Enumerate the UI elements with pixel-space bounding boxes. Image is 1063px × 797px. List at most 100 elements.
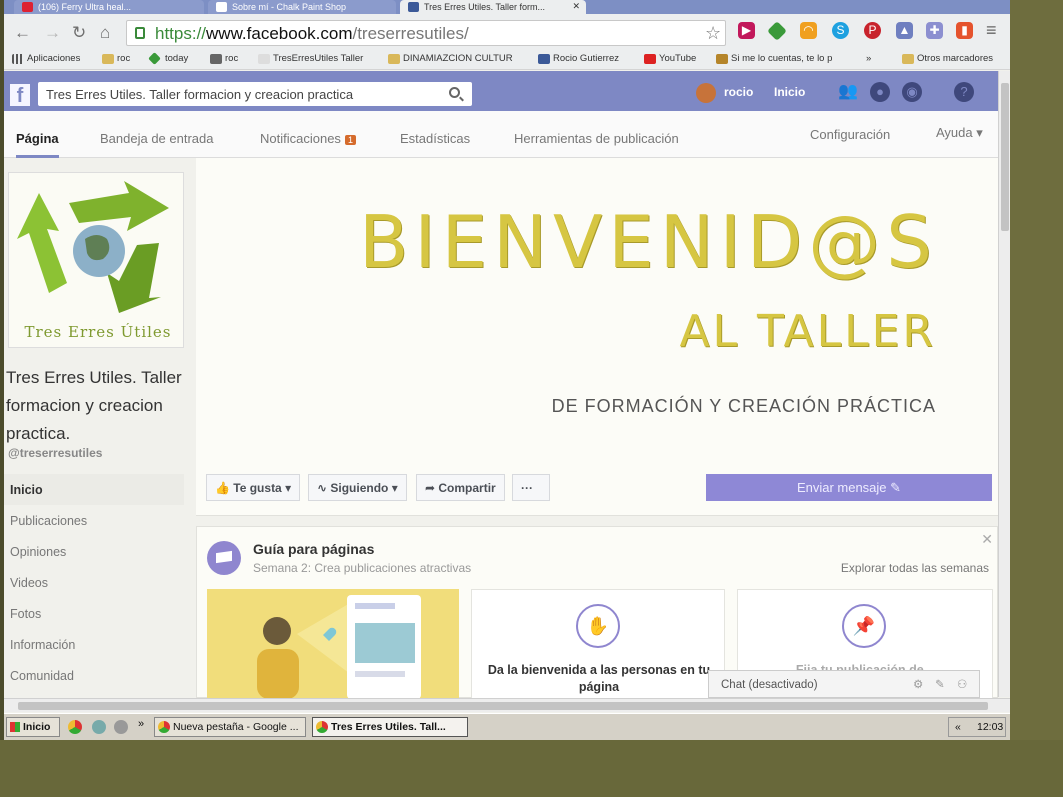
bookmark-treserresutiles[interactable]: TresErresUtiles Taller	[258, 53, 363, 64]
page-handle[interactable]: @treserresutiles	[8, 446, 102, 460]
close-icon[interactable]: ✕	[981, 531, 993, 548]
facebook-header: f Tres Erres Utiles. Taller formacion y …	[4, 71, 1010, 111]
share-button[interactable]: ➦ Compartir	[416, 474, 505, 501]
avatar[interactable]	[696, 83, 716, 103]
extension-arrow-icon[interactable]: ▲	[896, 22, 913, 39]
taskbar-item-label: Nueva pestaña - Google ...	[173, 721, 299, 733]
bookmark-youtube[interactable]: YouTube	[644, 53, 696, 64]
bookmark-today[interactable]: today	[148, 52, 188, 65]
sidebar-item-videos[interactable]: Videos	[4, 567, 184, 598]
taskbar-item-active[interactable]: Tres Erres Utiles. Tall...	[312, 717, 468, 737]
explore-weeks-link[interactable]: Explorar todas las semanas	[841, 561, 989, 575]
help-icon[interactable]: ?	[954, 82, 974, 102]
cover-photo[interactable]: BIENVENID@S AL TALLER DE FORMACIÓN Y CRE…	[196, 158, 1002, 468]
bookmark-apps[interactable]: Aplicaciones	[12, 53, 80, 64]
people-icon[interactable]: ⚇	[957, 677, 967, 691]
guide-illustration	[207, 589, 459, 699]
extension-video-icon[interactable]: ▶	[738, 22, 755, 39]
bookmarks-overflow-button[interactable]: »	[866, 53, 871, 64]
screen: (106) Ferry Ultra heal... Sobre mí - Cha…	[4, 0, 1010, 740]
vertical-scrollbar[interactable]	[998, 71, 1010, 697]
friend-requests-icon[interactable]: 👥	[838, 82, 858, 102]
bookmark-folder[interactable]: DINAMIAZCION CULTUR	[388, 53, 513, 64]
page-nav: Inicio Publicaciones Opiniones Videos Fo…	[4, 474, 184, 691]
help-dropdown[interactable]: Ayuda ▾	[936, 125, 983, 141]
pinterest-icon[interactable]: P	[864, 22, 881, 39]
sidebar-item-inicio[interactable]: Inicio	[4, 474, 184, 505]
horizontal-scrollbar[interactable]	[4, 698, 1010, 712]
taskbar-item[interactable]: Nueva pestaña - Google ...	[154, 717, 306, 737]
tab-settings[interactable]: Configuración	[810, 127, 890, 142]
tab-pagina[interactable]: Página	[16, 131, 59, 158]
guide-card-text: Da la bienvenida a las personas en tu pá…	[487, 663, 711, 694]
home-link[interactable]: Inicio	[774, 85, 805, 99]
more-options-button[interactable]: ···	[512, 474, 550, 501]
browser-tab[interactable]: (106) Ferry Ultra heal...	[14, 0, 204, 14]
forward-icon[interactable]: →	[44, 23, 61, 43]
quicklaunch-icon[interactable]	[114, 720, 128, 734]
guide-subtitle: Semana 2: Crea publicaciones atractivas	[253, 561, 472, 575]
address-bar[interactable]: https://www.facebook.com/treserresutiles…	[126, 20, 726, 46]
tray-expand-icon[interactable]: «	[955, 721, 961, 733]
office-icon[interactable]: ▮	[956, 22, 973, 39]
sidebar-item-comunidad[interactable]: Comunidad	[4, 660, 184, 691]
home-icon[interactable]: ⌂	[100, 23, 110, 43]
rss-icon: ∿	[317, 481, 331, 495]
sidebar-item-publicaciones[interactable]: Publicaciones	[4, 505, 184, 536]
reload-icon[interactable]: ↻	[72, 23, 86, 43]
rss-icon[interactable]: ◠	[800, 22, 817, 39]
bookmark-cuentas[interactable]: Si me lo cuentas, te lo p	[716, 53, 832, 64]
bookmark-roc[interactable]: roc	[210, 53, 238, 64]
compose-icon[interactable]: ✎	[935, 677, 945, 691]
page-icon	[216, 2, 227, 12]
gear-icon[interactable]: ⚙	[913, 677, 923, 691]
profile-picture[interactable]: Tres Erres Útiles	[8, 172, 184, 348]
page-title[interactable]: Tres Erres Utiles. Taller formacion y cr…	[6, 364, 186, 448]
quicklaunch-icon[interactable]	[92, 720, 106, 734]
extension-puzzle-icon[interactable]: ✚	[926, 22, 943, 39]
profile-link[interactable]: rocio	[724, 85, 753, 99]
tab-notifications[interactable]: Notificaciones 1	[260, 131, 356, 146]
folder-icon	[902, 54, 914, 64]
page-action-bar: 👍 Te gusta ▾ ∿ Siguiendo ▾ ➦ Compartir ·…	[196, 468, 1002, 516]
search-icon[interactable]	[449, 87, 460, 98]
tab-inbox[interactable]: Bandeja de entrada	[100, 131, 213, 146]
tab-stats[interactable]: Estadísticas	[400, 131, 470, 146]
tab-notifications-label: Notificaciones	[260, 131, 341, 146]
extension-diamond-icon[interactable]	[767, 21, 787, 41]
page-sidebar: Tres Erres Útiles Tres Erres Utiles. Tal…	[4, 158, 192, 698]
search-input[interactable]: Tres Erres Utiles. Taller formacion y cr…	[38, 82, 472, 106]
chat-bar[interactable]: Chat (desactivado) ⚙ ✎ ⚇	[708, 670, 980, 698]
like-button[interactable]: 👍 Te gusta ▾	[206, 474, 301, 501]
guide-card-welcome[interactable]: ✋ Da la bienvenida a las personas en tu …	[471, 589, 725, 699]
scrollbar-thumb[interactable]	[18, 702, 988, 710]
facebook-logo-icon[interactable]: f	[10, 84, 30, 107]
start-button[interactable]: Inicio	[6, 717, 60, 737]
tab-publishing-tools[interactable]: Herramientas de publicación	[514, 131, 679, 146]
sidebar-item-fotos[interactable]: Fotos	[4, 598, 184, 629]
scrollbar-thumb[interactable]	[1001, 83, 1009, 231]
search-value: Tres Erres Utiles. Taller formacion y cr…	[46, 87, 354, 102]
sidebar-item-informacion[interactable]: Información	[4, 629, 184, 660]
send-message-button[interactable]: Enviar mensaje ✎	[706, 474, 992, 501]
sidebar-item-opiniones[interactable]: Opiniones	[4, 536, 184, 567]
menu-icon[interactable]: ≡	[986, 20, 997, 41]
notifications-icon[interactable]: ◉	[902, 82, 922, 102]
close-icon[interactable]: ✕	[572, 1, 580, 12]
bookmark-folder[interactable]: roc	[102, 53, 130, 64]
guide-title: Guía para páginas	[253, 541, 375, 557]
skype-icon[interactable]: S	[832, 22, 849, 39]
messages-icon[interactable]: ●	[870, 82, 890, 102]
chrome-icon[interactable]	[68, 720, 82, 734]
browser-tab[interactable]: Sobre mí - Chalk Paint Shop	[208, 0, 396, 14]
quicklaunch-overflow-icon[interactable]: »	[138, 718, 144, 730]
cover-subtitle: AL TALLER	[679, 306, 936, 357]
tab-label: (106) Ferry Ultra heal...	[38, 2, 132, 12]
tab-label: Tres Erres Utiles. Taller form...	[424, 2, 546, 12]
following-button[interactable]: ∿ Siguiendo ▾	[308, 474, 407, 501]
browser-tab-active[interactable]: Tres Erres Utiles. Taller form... ✕	[400, 0, 586, 14]
bookmark-other[interactable]: Otros marcadores	[902, 53, 993, 64]
bookmark-star-icon[interactable]: ☆	[705, 23, 721, 44]
back-icon[interactable]: ←	[14, 23, 31, 43]
bookmark-rocio[interactable]: Rocio Gutierrez	[538, 53, 619, 64]
